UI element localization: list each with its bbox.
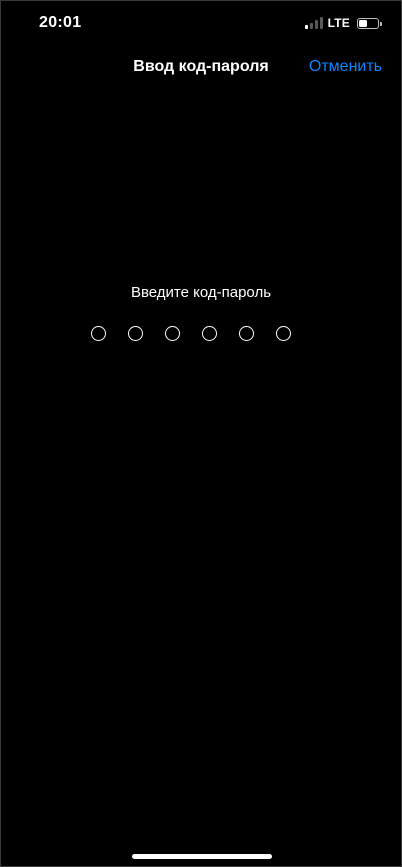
battery-icon xyxy=(357,17,382,29)
passcode-dots[interactable] xyxy=(91,326,291,341)
passcode-dot xyxy=(165,326,180,341)
signal-bar-2 xyxy=(309,23,313,29)
signal-bar-4 xyxy=(319,17,323,29)
cellular-signal-icon xyxy=(304,17,323,29)
status-bar: 20:01 LTE xyxy=(1,1,401,47)
passcode-dot xyxy=(91,326,106,341)
signal-bar-3 xyxy=(314,20,318,29)
signal-bar-1 xyxy=(304,25,308,29)
passcode-prompt: Введите код-пароль xyxy=(130,284,272,301)
passcode-dot xyxy=(239,326,254,341)
cancel-button[interactable]: Отменить xyxy=(309,58,382,76)
passcode-dot xyxy=(128,326,143,341)
battery-level xyxy=(359,19,367,27)
home-indicator[interactable] xyxy=(132,854,272,859)
status-time: 20:01 xyxy=(39,14,82,31)
status-indicators: LTE xyxy=(304,15,382,31)
network-type: LTE xyxy=(327,16,350,30)
passcode-dot xyxy=(276,326,291,341)
passcode-dot xyxy=(202,326,217,341)
passcode-screen: 20:01 LTE Ввод код-пароля Отменить Введи… xyxy=(0,0,402,867)
